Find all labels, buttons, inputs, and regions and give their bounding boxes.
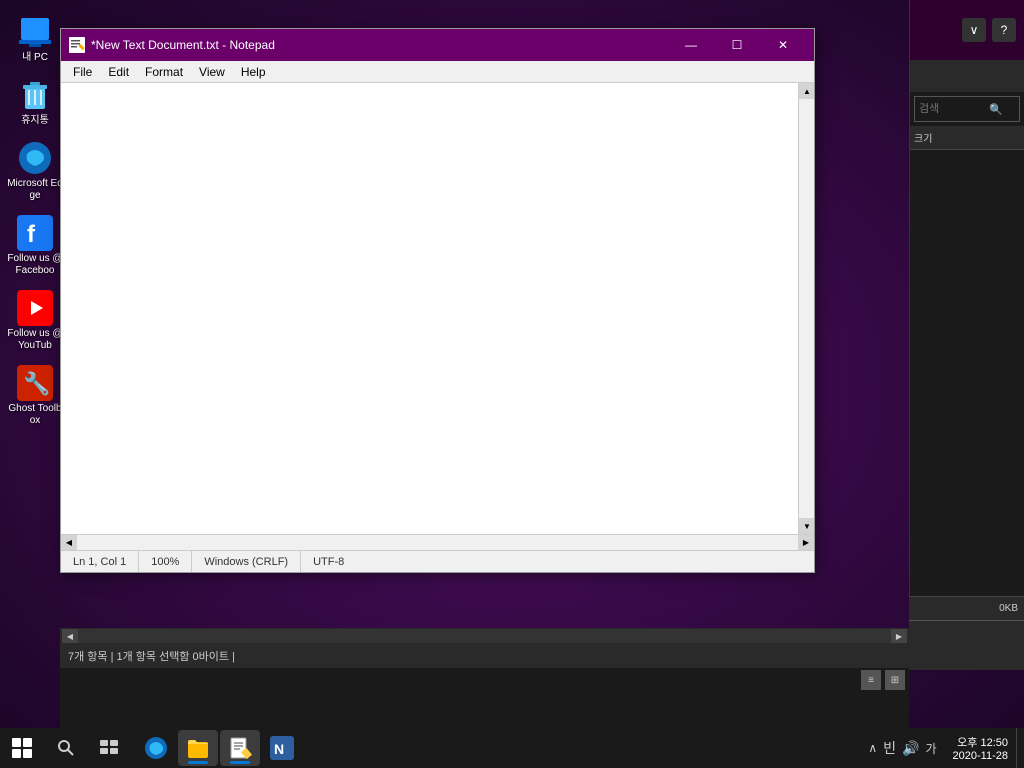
rp-chevron-btn[interactable]: ∨: [962, 18, 986, 42]
search-input[interactable]: [919, 103, 989, 115]
desktop-icon-recycle-label: 휴지통: [21, 115, 49, 127]
taskbar-explorer[interactable]: [178, 730, 218, 766]
taskbar-clock[interactable]: 오후 12:50 2020-11-28: [945, 734, 1016, 762]
taskbar-other-icon: N: [270, 736, 294, 760]
systray-ime[interactable]: 가: [926, 740, 937, 757]
task-view-button[interactable]: [88, 728, 132, 768]
svg-text:N: N: [274, 741, 284, 757]
svg-text:🔧: 🔧: [23, 370, 50, 396]
right-panel-files: [910, 150, 1024, 350]
desktop-icon-facebook[interactable]: f Follow us @Faceboo: [3, 211, 68, 281]
taskbar-other[interactable]: N: [262, 730, 302, 766]
bottom-status-text: 7개 항목 | 1개 항목 선택함 0바이트 |: [68, 648, 235, 664]
taskbar-notepad[interactable]: [220, 730, 260, 766]
systray-network[interactable]: 빈: [883, 738, 896, 758]
status-position: Ln 1, Col 1: [61, 551, 139, 572]
desktop: 내 PC 휴지통: [0, 0, 1024, 768]
start-button[interactable]: [0, 728, 44, 768]
scroll-up-button[interactable]: ▲: [799, 83, 814, 99]
status-lineending: Windows (CRLF): [192, 551, 301, 572]
status-encoding: UTF-8: [301, 551, 356, 572]
bottom-panel-scrollbar: ◀ ▶: [60, 628, 909, 644]
desktop-icon-ghost[interactable]: 🔧 Ghost Toolbox: [3, 361, 68, 431]
notepad-hscrollbar: ◀ ▶: [61, 534, 814, 550]
menu-view[interactable]: View: [191, 63, 233, 81]
bp-view-icon1[interactable]: ≡: [861, 670, 881, 690]
col-header-label: 크기: [914, 130, 932, 145]
notepad-content-area: ▲ ▼: [61, 83, 814, 534]
minimize-button[interactable]: —: [668, 29, 714, 61]
bp-scroll-track[interactable]: [78, 629, 891, 643]
notepad-menubar: File Edit Format View Help: [61, 61, 814, 83]
notepad-window: *New Text Document.txt - Notepad — ☐ ✕ F…: [60, 28, 815, 573]
status-zoom: 100%: [139, 551, 192, 572]
svg-text:f: f: [27, 221, 36, 248]
taskbar-edge[interactable]: [136, 730, 176, 766]
notepad-scrollbar[interactable]: ▲ ▼: [798, 83, 814, 534]
bp-scroll-left[interactable]: ◀: [62, 629, 78, 643]
taskbar-notepad-icon: [228, 736, 252, 760]
desktop-icon-edge-label: Microsoft Edge: [7, 178, 64, 202]
file-size-label: 0KB: [999, 603, 1018, 614]
desktop-icon-facebook-label: Follow us @Faceboo: [7, 253, 64, 277]
scroll-thumb[interactable]: [799, 99, 814, 518]
menu-format[interactable]: Format: [137, 63, 191, 81]
close-button[interactable]: ✕: [760, 29, 806, 61]
taskbar-explorer-icon: [186, 736, 210, 760]
desktop-icon-recycle[interactable]: 휴지통: [3, 73, 68, 131]
taskbar-systray: ∧ 빈 🔊 가: [860, 738, 944, 758]
search-button[interactable]: [44, 728, 88, 768]
titlebar-buttons: — ☐ ✕: [668, 29, 806, 61]
right-panel-search-box[interactable]: 🔍: [914, 96, 1020, 122]
search-icon: 🔍: [989, 103, 1003, 116]
bottom-panel: ◀ ▶ 7개 항목 | 1개 항목 선택함 0바이트 | ≡ ⊞: [60, 628, 909, 728]
right-panel-bottom-bar: [909, 620, 1024, 670]
notepad-textarea[interactable]: [61, 83, 798, 534]
bottom-panel-statusbar: 7개 항목 | 1개 항목 선택함 0바이트 |: [60, 644, 909, 668]
right-panel-header: ∨ ?: [910, 0, 1024, 60]
notepad-title: *New Text Document.txt - Notepad: [91, 38, 668, 52]
right-panel-col-header: 크기: [910, 126, 1024, 150]
systray-chevron[interactable]: ∧: [868, 741, 877, 755]
rp-help-btn[interactable]: ?: [992, 18, 1016, 42]
right-panel-status: 0KB: [909, 596, 1024, 620]
notepad-titlebar: *New Text Document.txt - Notepad — ☐ ✕: [61, 29, 814, 61]
systray-sound[interactable]: 🔊: [902, 740, 919, 757]
clock-time: 오후 12:50: [957, 734, 1008, 750]
bottom-panel-icons: ≡ ⊞: [60, 668, 909, 692]
bp-view-icon2[interactable]: ⊞: [885, 670, 905, 690]
menu-help[interactable]: Help: [233, 63, 274, 81]
desktop-icon-mypc-label: 내 PC: [22, 52, 48, 64]
hscroll-right-button[interactable]: ▶: [798, 535, 814, 551]
taskbar-edge-icon: [144, 736, 168, 760]
notepad-statusbar: Ln 1, Col 1 100% Windows (CRLF) UTF-8: [61, 550, 814, 572]
clock-date: 2020-11-28: [953, 750, 1008, 762]
desktop-icon-youtube[interactable]: Follow us @YouTub: [3, 286, 68, 356]
taskbar-items: N: [132, 730, 860, 766]
menu-file[interactable]: File: [65, 63, 100, 81]
right-panel: ∨ ? 🔍 크기 0KB: [909, 0, 1024, 670]
bp-scroll-right[interactable]: ▶: [891, 629, 907, 643]
taskbar: N ∧ 빈 🔊 가 오후 12:50 2020-11-28: [0, 728, 1024, 768]
menu-edit[interactable]: Edit: [100, 63, 137, 81]
desktop-icon-mypc[interactable]: 내 PC: [3, 10, 68, 68]
right-panel-toolbar: [910, 60, 1024, 92]
maximize-button[interactable]: ☐: [714, 29, 760, 61]
hscroll-left-button[interactable]: ◀: [61, 535, 77, 551]
desktop-icon-ghost-label: Ghost Toolbox: [7, 403, 64, 427]
desktop-icon-edge[interactable]: Microsoft Edge: [3, 136, 68, 206]
desktop-icon-youtube-label: Follow us @YouTub: [7, 328, 64, 352]
scroll-down-button[interactable]: ▼: [799, 518, 814, 534]
notepad-icon: [69, 37, 85, 53]
show-desktop-button[interactable]: [1016, 728, 1024, 768]
